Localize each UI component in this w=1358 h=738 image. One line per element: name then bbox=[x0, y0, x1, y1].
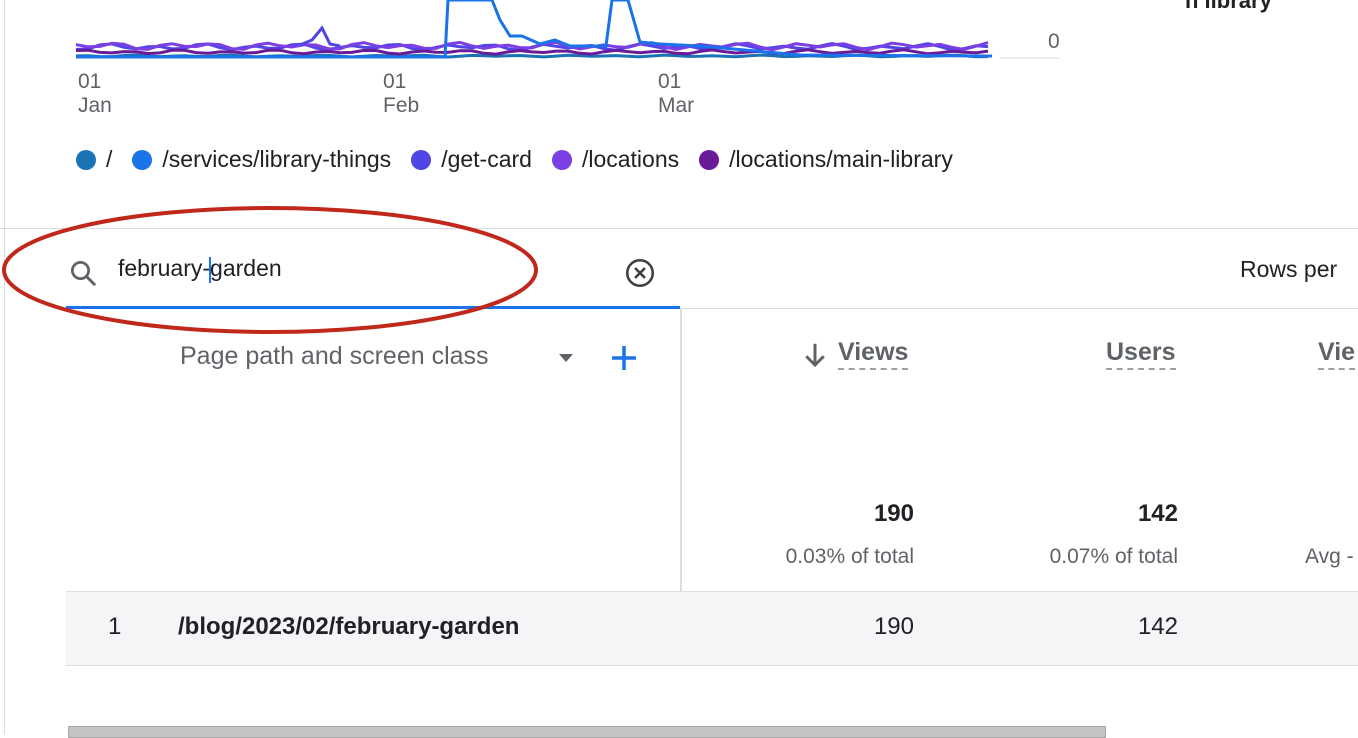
dimension-header[interactable]: Page path and screen class bbox=[180, 342, 489, 371]
clear-circle-icon[interactable] bbox=[623, 256, 657, 290]
annotation-ellipse bbox=[2, 206, 538, 334]
plus-icon[interactable] bbox=[606, 338, 642, 378]
column-header-views[interactable]: Views bbox=[838, 338, 909, 370]
x-axis-tick-mar: 01 Mar bbox=[658, 70, 694, 118]
chart-cut-label: n library bbox=[1185, 0, 1272, 13]
row-number: 1 bbox=[108, 613, 122, 640]
row-views: 190 bbox=[873, 613, 914, 640]
dropdown-arrow-icon[interactable] bbox=[556, 350, 576, 366]
chart-legend: / /services/library-things /get-card /lo… bbox=[76, 146, 973, 173]
legend-label: /locations bbox=[581, 146, 680, 172]
legend-item-locations-main-library[interactable]: /locations/main-library bbox=[699, 146, 953, 173]
column-header-label: Views bbox=[838, 338, 909, 370]
legend-dot bbox=[76, 149, 96, 170]
line-chart bbox=[75, 0, 1060, 59]
x-tick-day: 01 bbox=[658, 70, 682, 93]
legend-dot bbox=[699, 149, 720, 170]
total-views-percent: 0.03% of total bbox=[785, 545, 914, 568]
x-axis-tick-jan: 01 Jan bbox=[78, 70, 112, 118]
x-axis-tick-feb: 01 Feb bbox=[383, 70, 419, 118]
legend-label: /locations/main-library bbox=[729, 146, 953, 172]
x-tick-month: Feb bbox=[383, 94, 420, 117]
legend-item-root[interactable]: / bbox=[76, 146, 112, 173]
horizontal-scrollbar[interactable] bbox=[68, 726, 1106, 738]
panel-left-border bbox=[4, 0, 5, 734]
legend-dot bbox=[132, 149, 153, 170]
legend-item-locations[interactable]: /locations bbox=[551, 146, 680, 173]
legend-dot bbox=[411, 149, 432, 170]
legend-label: / bbox=[106, 146, 113, 172]
legend-item-services-library-things[interactable]: /services/library-things bbox=[132, 146, 391, 173]
total-users: 142 bbox=[1137, 500, 1178, 527]
rows-per-page-label[interactable]: Rows per bbox=[1240, 256, 1337, 283]
row-users: 142 bbox=[1137, 613, 1178, 640]
x-tick-day: 01 bbox=[78, 70, 102, 93]
legend-label: /services/library-things bbox=[162, 146, 392, 172]
x-tick-day: 01 bbox=[383, 70, 407, 93]
table-header-rule bbox=[680, 308, 1358, 309]
x-tick-month: Jan bbox=[78, 94, 112, 117]
legend-item-get-card[interactable]: /get-card bbox=[411, 146, 532, 173]
total-users-percent: 0.07% of total bbox=[1049, 545, 1178, 568]
total-views: 190 bbox=[873, 500, 914, 527]
total-avg: Avg - bbox=[1305, 545, 1354, 568]
chart-series-group bbox=[75, 0, 993, 59]
legend-label: /get-card bbox=[441, 146, 532, 172]
y-axis-tick: 0 bbox=[1048, 30, 1060, 53]
column-header-views-per-user[interactable]: Vie bbox=[1318, 338, 1356, 370]
chart-series-line bbox=[299, 25, 341, 48]
chart-series-line bbox=[75, 48, 989, 56]
arrow-down-icon[interactable] bbox=[800, 340, 830, 370]
legend-dot bbox=[551, 149, 572, 170]
column-header-label: Users bbox=[1106, 338, 1176, 370]
column-header-users[interactable]: Users bbox=[1106, 338, 1176, 370]
column-header-label: Vie bbox=[1318, 338, 1356, 370]
row-page-path[interactable]: /blog/2023/02/february-garden bbox=[178, 613, 519, 641]
x-tick-month: Mar bbox=[658, 94, 695, 117]
